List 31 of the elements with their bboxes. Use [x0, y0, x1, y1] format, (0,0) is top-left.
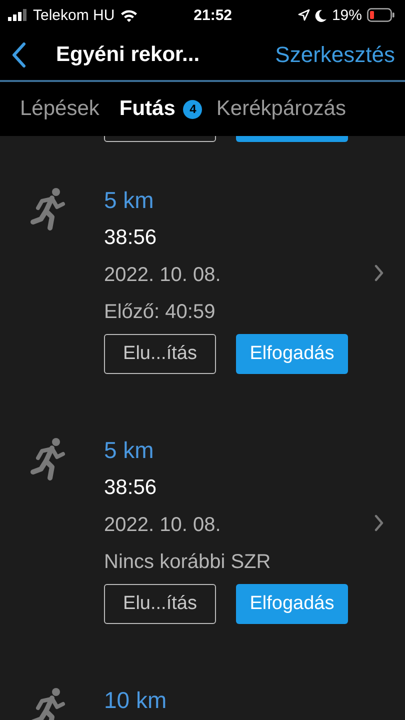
- previous-record: Előző: 40:59: [104, 300, 216, 324]
- signal-icon: [8, 9, 28, 21]
- chevron-right-icon[interactable]: [374, 514, 384, 532]
- record-distance: 5 km: [104, 187, 155, 213]
- count-badge: 4: [183, 100, 202, 118]
- runner-icon: [30, 437, 66, 481]
- status-time: 21:52: [194, 6, 232, 24]
- reject-button[interactable]: Elu...ítás: [104, 334, 216, 374]
- tab[interactable]: Lépések: [20, 97, 100, 121]
- record-distance: 10 km: [104, 687, 167, 713]
- tab[interactable]: Futás: [119, 97, 176, 121]
- chevron-right-icon[interactable]: [374, 264, 384, 282]
- edit-link[interactable]: Szerkesztés: [275, 42, 395, 68]
- battery-percent: 19%: [332, 6, 362, 24]
- carrier-name: Telekom HU: [33, 6, 115, 24]
- wifi-icon: [120, 8, 138, 22]
- back-button[interactable]: [12, 42, 26, 68]
- runner-icon: [30, 187, 66, 231]
- record-time: 38:56: [104, 476, 158, 500]
- battery-icon: [367, 8, 395, 22]
- reject-button[interactable]: Elu...ítás: [104, 584, 216, 624]
- page-title: Egyéni rekor...: [56, 43, 200, 67]
- record-date: 2022. 10. 08.: [104, 263, 222, 287]
- record-distance: 5 km: [104, 437, 155, 463]
- runner-icon: [30, 687, 66, 720]
- location-arrow-icon: [298, 9, 310, 21]
- tab[interactable]: Kerékpározás: [216, 97, 346, 121]
- record-time: 38:56: [104, 226, 158, 250]
- previous-record: Nincs korábbi SZR: [104, 550, 272, 574]
- moon-icon: [314, 8, 327, 22]
- record-date: 2022. 10. 08.: [104, 513, 222, 537]
